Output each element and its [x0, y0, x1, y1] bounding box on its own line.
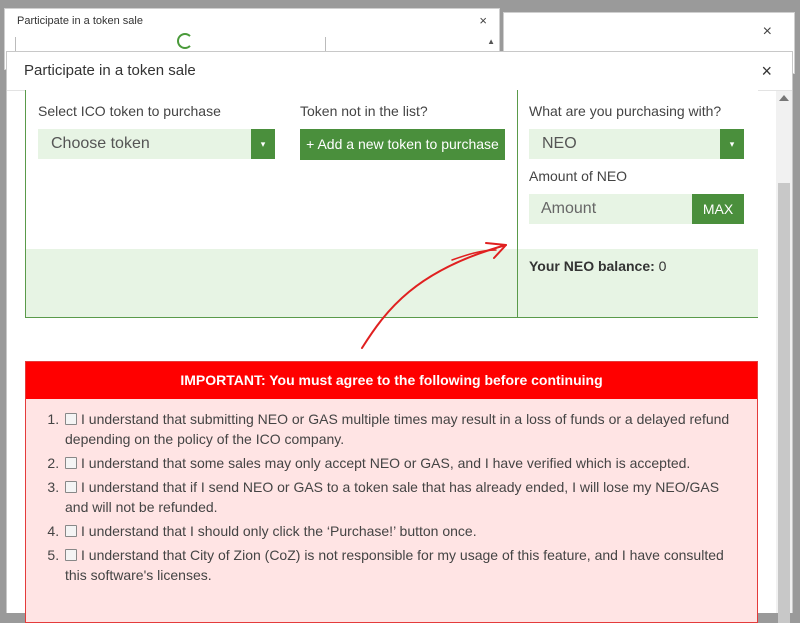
scroll-up-icon[interactable]: [779, 95, 789, 101]
chevron-down-icon[interactable]: ▾: [251, 129, 275, 159]
important-notice: IMPORTANT: You must agree to the followi…: [25, 361, 758, 623]
balance-value: 0: [658, 258, 667, 274]
important-header: IMPORTANT: You must agree to the followi…: [26, 362, 757, 399]
amount-label: Amount of NEO: [529, 168, 628, 184]
agreement-checkbox[interactable]: [65, 525, 77, 537]
agreement-text: I understand that some sales may only ac…: [81, 455, 691, 471]
agreement-item: I understand that if I send NEO or GAS t…: [63, 477, 739, 517]
agreement-text: I understand that if I send NEO or GAS t…: [65, 479, 720, 515]
annotation-arrow-icon: [361, 242, 507, 349]
background-window-close-icon[interactable]: ×: [479, 13, 487, 28]
agreement-checkbox[interactable]: [65, 413, 77, 425]
agreement-checkbox[interactable]: [65, 549, 77, 561]
modal-scrollbar[interactable]: [776, 91, 792, 623]
agreement-text: I understand that I should only click th…: [81, 523, 477, 539]
agreement-text: I understand that City of Zion (CoZ) is …: [65, 547, 724, 583]
agreement-list: I understand that submitting NEO or GAS …: [26, 399, 757, 585]
add-token-label: Token not in the list?: [300, 103, 428, 119]
amount-input[interactable]: [529, 194, 692, 224]
agreement-item: I understand that I should only click th…: [63, 521, 739, 541]
modal-header: Participate in a token sale ×: [7, 52, 792, 91]
balance-label: Your NEO balance:: [529, 258, 655, 274]
agreement-checkbox[interactable]: [65, 481, 77, 493]
scrollbar-thumb[interactable]: [778, 183, 790, 623]
neo-balance: Your NEO balance: 0: [529, 258, 666, 274]
max-button[interactable]: MAX: [692, 194, 744, 224]
background-window-title: Participate in a token sale: [17, 15, 143, 27]
loading-spinner-icon: [177, 33, 193, 49]
scroll-up-icon[interactable]: ▲: [487, 37, 495, 46]
chevron-down-icon[interactable]: ▾: [720, 129, 744, 159]
token-select-label: Select ICO token to purchase: [38, 103, 221, 119]
token-purchase-panel: Select ICO token to purchase Choose toke…: [25, 90, 758, 349]
agreement-text: I understand that submitting NEO or GAS …: [65, 411, 730, 447]
agreement-item: I understand that City of Zion (CoZ) is …: [63, 545, 739, 585]
background-window-close-icon[interactable]: ×: [763, 23, 772, 41]
token-sale-modal: Participate in a token sale × Select ICO…: [6, 51, 793, 623]
agreement-item: I understand that some sales may only ac…: [63, 453, 739, 473]
payment-section: What are you purchasing with? NEO ▾ Amou…: [517, 90, 758, 317]
purchase-with-label: What are you purchasing with?: [529, 103, 722, 119]
agreement-checkbox[interactable]: [65, 457, 77, 469]
token-select-value: Choose token: [51, 135, 150, 152]
close-icon[interactable]: ×: [761, 61, 772, 82]
agreement-item: I understand that submitting NEO or GAS …: [63, 409, 739, 449]
token-select[interactable]: Choose token ▾: [38, 129, 275, 159]
add-token-button[interactable]: + Add a new token to purchase: [300, 129, 505, 160]
purchase-currency-value: NEO: [542, 135, 577, 152]
purchase-currency-select[interactable]: NEO ▾: [529, 129, 744, 159]
modal-title: Participate in a token sale: [24, 62, 196, 79]
